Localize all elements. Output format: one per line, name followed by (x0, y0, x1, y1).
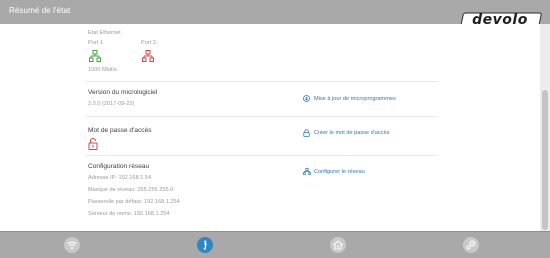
dns-server: Serveur de noms: 192.168.1.254 (88, 211, 170, 217)
section-divider (86, 81, 438, 82)
status-summary-panel: Etat Ethernet Port 1 Port 2 1000 Mbit/s … (0, 24, 540, 231)
info-icon (203, 240, 207, 250)
network-config-title: Configuration réseau (88, 163, 150, 170)
home-network-icon (333, 240, 343, 250)
default-gateway: Passerelle par défaut: 192.168.1.254 (88, 199, 180, 205)
lock-icon[interactable] (303, 129, 310, 137)
create-password-link[interactable]: Créer le mot de passe d'accès (314, 130, 389, 136)
firmware-update-link[interactable]: Mise à jour de microprogrammes (314, 96, 396, 102)
section-divider (86, 155, 438, 156)
port-1-label: Port 1 (88, 40, 103, 46)
ip-address: Adresse IP: 192.168.1.54 (88, 175, 152, 181)
vertical-scrollbar[interactable] (540, 24, 550, 231)
configure-network-link[interactable]: Configurer le réseau (314, 169, 365, 175)
footer-divider (0, 231, 550, 232)
subnet-mask: Masque de réseau: 255.255.255.0 (88, 187, 174, 193)
port-2-label: Port 2 (141, 40, 156, 46)
password-title: Mot de passe d'accès (88, 127, 152, 134)
ethernet-status-label: Etat Ethernet (88, 30, 121, 36)
status-info-nav-button[interactable] (197, 237, 213, 253)
section-divider (86, 116, 438, 117)
port-2-disconnected-icon (142, 50, 154, 62)
wifi-nav-button[interactable] (64, 237, 80, 253)
firmware-version: 2.0.0 (2017-09-22) (88, 101, 135, 107)
unlocked-padlock-icon (88, 138, 98, 150)
home-network-nav-button[interactable] (330, 237, 346, 253)
settings-icon (466, 240, 476, 250)
settings-nav-button[interactable] (463, 237, 479, 253)
bottom-navigation (0, 231, 550, 258)
scrollbar-thumb[interactable] (542, 90, 548, 230)
network-icon[interactable] (303, 168, 311, 175)
firmware-title: Version du micrologiciel (88, 89, 158, 96)
download-icon[interactable] (303, 95, 310, 102)
page-title: Résumé de l'état (9, 6, 71, 15)
wifi-icon (67, 241, 77, 249)
ethernet-speed: 1000 Mbit/s (88, 67, 117, 73)
port-1-connected-icon (89, 50, 101, 62)
